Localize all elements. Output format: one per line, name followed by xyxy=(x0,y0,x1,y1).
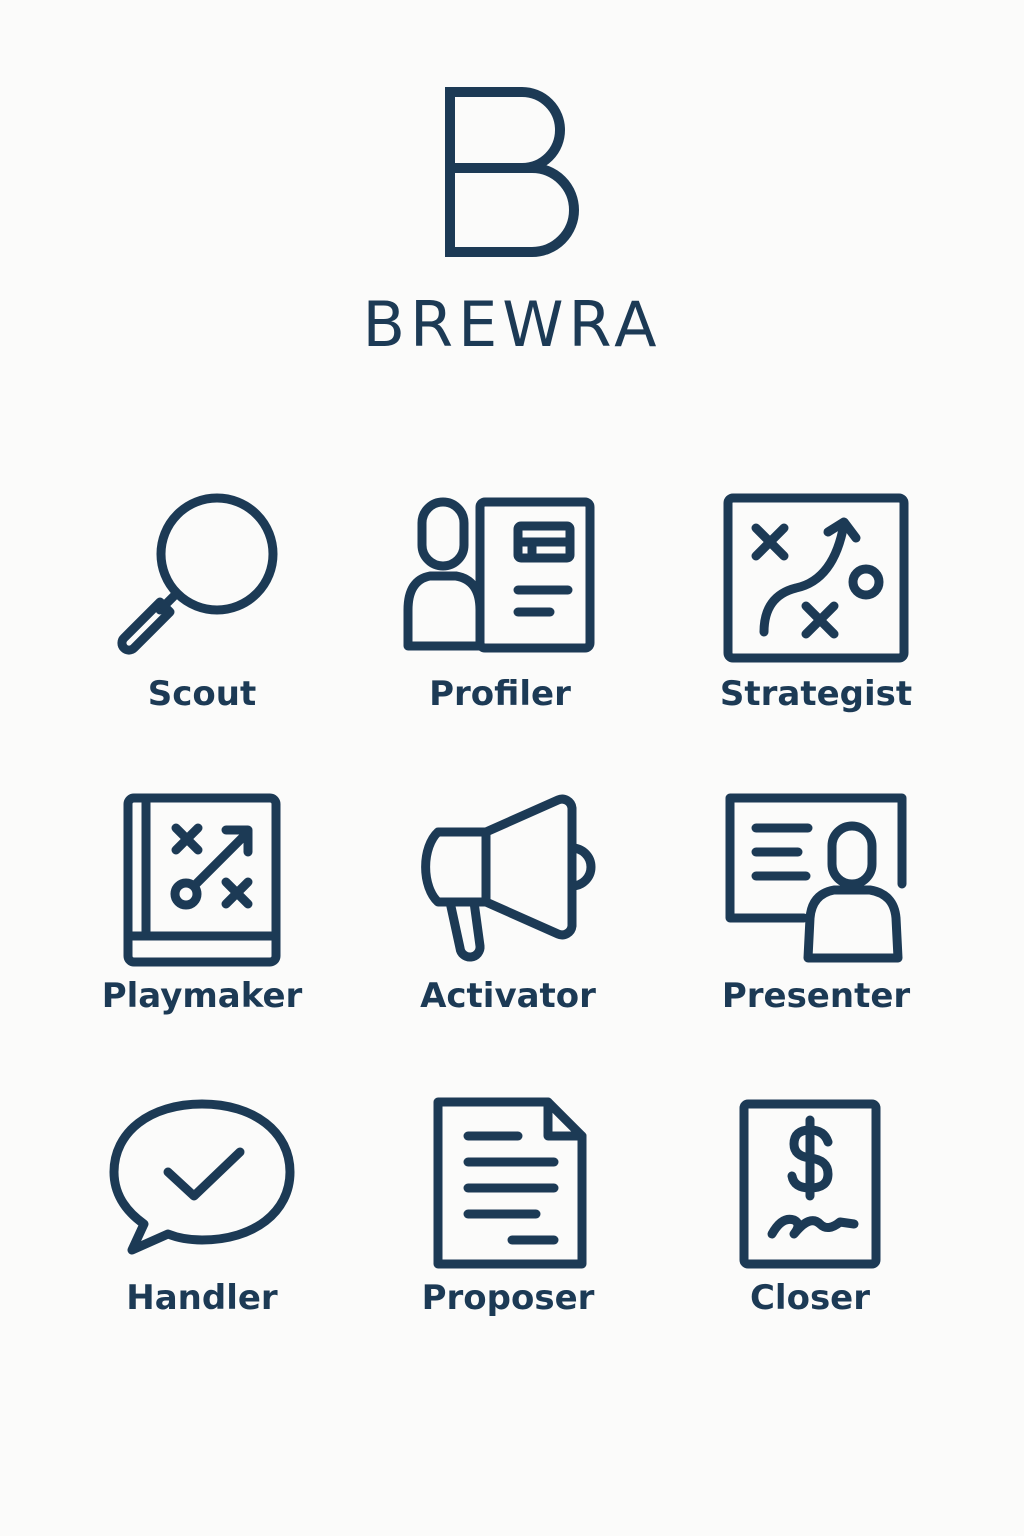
playbook-icon xyxy=(123,793,281,967)
role-label-playmaker: Playmaker xyxy=(101,976,303,1016)
role-label-profiler: Profiler xyxy=(429,674,571,714)
role-label-proposer: Proposer xyxy=(421,1278,595,1318)
roles-grid: Scout Profiler Strategist Playmaker Acti… xyxy=(0,0,1024,1536)
role-tile-activator: Activator xyxy=(358,790,658,1016)
strategy-board-icon xyxy=(723,493,909,663)
role-tile-proposer: Proposer xyxy=(358,1092,658,1318)
person-profile-card-icon xyxy=(403,497,595,653)
role-tile-profiler: Profiler xyxy=(350,488,650,714)
role-tile-strategist: Strategist xyxy=(666,488,966,714)
role-tile-presenter: Presenter xyxy=(666,790,966,1016)
role-label-scout: Scout xyxy=(147,674,257,714)
magnifying-glass-icon xyxy=(117,493,278,655)
role-tile-playmaker: Playmaker xyxy=(52,790,352,1016)
role-tile-handler: Handler xyxy=(52,1092,352,1318)
role-label-closer: Closer xyxy=(749,1278,871,1318)
role-label-activator: Activator xyxy=(420,976,596,1016)
megaphone-icon xyxy=(421,794,596,962)
role-tile-closer: Closer xyxy=(660,1092,960,1318)
role-tile-scout: Scout xyxy=(52,488,352,714)
document-icon xyxy=(433,1097,587,1269)
speech-bubble-check-icon xyxy=(109,1099,295,1255)
role-label-presenter: Presenter xyxy=(721,976,911,1016)
role-label-strategist: Strategist xyxy=(719,674,913,714)
role-label-handler: Handler xyxy=(126,1278,278,1318)
presentation-screen-icon xyxy=(725,793,907,963)
signed-invoice-icon xyxy=(739,1099,881,1269)
